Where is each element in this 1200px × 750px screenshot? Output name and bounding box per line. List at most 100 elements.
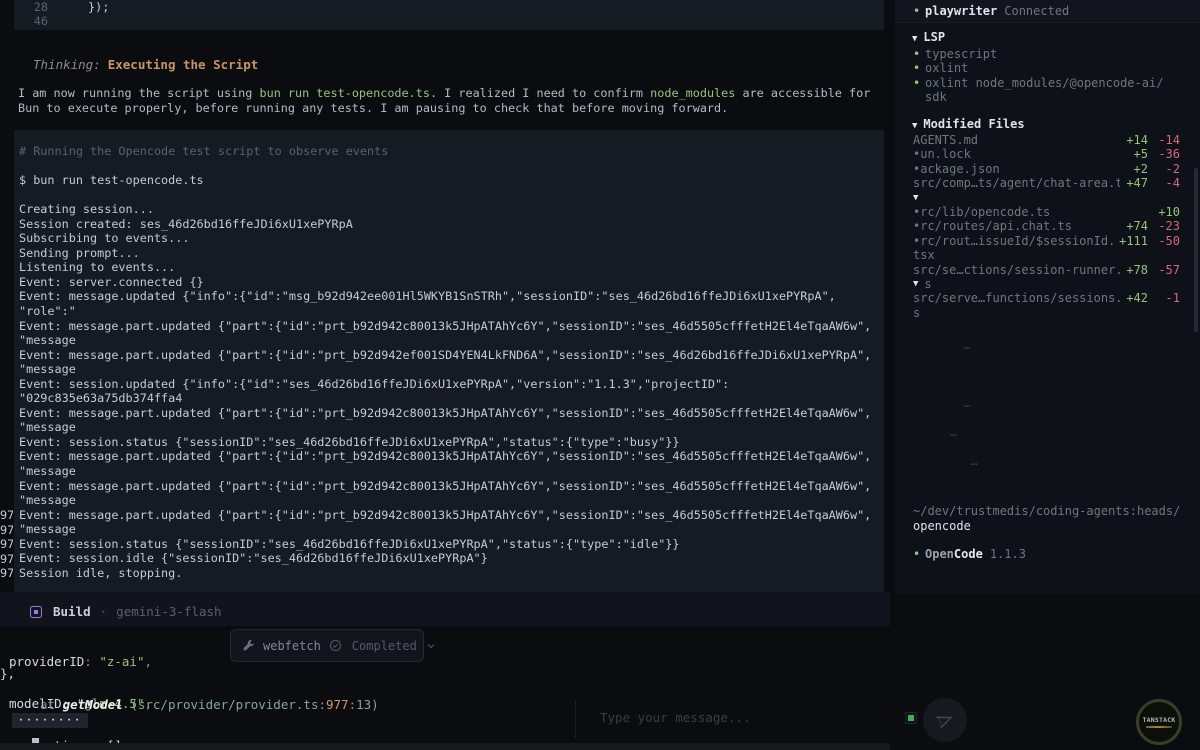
tanstack-logo: TANSTACK	[1142, 716, 1176, 724]
app-version-row: • OpenCode 1.1.3	[913, 547, 1026, 561]
file-name: src/serve…functions/sessions.t	[913, 291, 1121, 306]
code-editor-snippet: 28}); 46	[14, 0, 884, 30]
lsp-item: • typescript	[913, 47, 1167, 61]
collapse-triangle-icon[interactable]: ▼	[912, 34, 917, 44]
modified-file-row[interactable]: s	[913, 306, 1180, 320]
sidebar-ellipsis-2: …	[950, 426, 957, 439]
thinking-heading: Thinking: Executing the Script	[33, 57, 258, 72]
terminal-line: Session created: ses_46d26bd16ffeJDi6xU1…	[19, 216, 353, 231]
modified-files-header[interactable]: ▼ Modified Files	[912, 117, 1025, 131]
text-segment: I am now running the script using	[18, 86, 260, 100]
terminal-line: Listening to events...	[19, 260, 176, 275]
thinking-label: Thinking:	[33, 57, 101, 72]
session-sidebar: • playwriter Connected ▼ LSP • typescript • ox…	[895, 0, 1200, 594]
collapse-triangle-icon[interactable]: ▼	[913, 277, 918, 291]
connection-status-indicator	[905, 712, 917, 724]
terminal-line: Sending prompt...	[19, 245, 140, 260]
terminal-line: Event: session.idle {"sessionID":"ses_46…	[19, 551, 488, 566]
diff-added: +47	[1126, 176, 1148, 191]
diff-removed: -50	[1158, 233, 1180, 248]
sidebar-ellipsis-1: …	[964, 397, 971, 410]
model-name: gemini-3-flash	[116, 604, 222, 619]
modified-file-row[interactable]: •rc/rout…issueId/$sessionId. +111 -50	[913, 234, 1180, 248]
file-name: s	[913, 305, 921, 320]
text-segment: getModel	[62, 697, 123, 712]
sidebar-ellipsis-0: …	[964, 339, 971, 352]
sidebar-ellipsis-3: …	[971, 455, 978, 468]
bullet-icon: •	[913, 61, 921, 76]
diff-added: +111	[1119, 233, 1148, 248]
webfetch-tool-pill[interactable]: webfetch Completed	[230, 629, 435, 662]
mcp-name: playwriter	[925, 4, 998, 18]
text-segment: ,	[144, 654, 153, 669]
modified-file-row[interactable]: •rc/lib/opencode.ts +10	[913, 205, 1180, 219]
sidebar-scrollbar[interactable]	[1194, 168, 1198, 332]
collapse-triangle-icon[interactable]: ▼	[912, 121, 917, 131]
workdir-branch: opencode	[913, 519, 971, 533]
diff-added: +2	[1133, 161, 1148, 176]
file-name: •ackage.json	[913, 161, 1000, 176]
modified-file-row[interactable]: •rc/routes/api.chat.ts +74 -23	[913, 219, 1180, 233]
assistant-message: I am now running the script using bun ru…	[18, 86, 886, 116]
text-segment: :	[318, 697, 326, 712]
text-segment: 977	[326, 697, 349, 712]
gutter-line-number: 97	[0, 522, 13, 537]
terminal-line: Event: session.status {"sessionID":"ses_…	[19, 536, 680, 551]
modified-file-row[interactable]: ▼	[913, 191, 1180, 205]
modified-file-row[interactable]: src/serve…functions/sessions.t +42 -1	[913, 291, 1180, 305]
lsp-section-header[interactable]: ▼ LSP	[912, 30, 945, 44]
bullet-icon: •	[913, 47, 921, 61]
gutter-line-number: 97	[0, 508, 13, 522]
app-name: Open	[925, 547, 954, 561]
text-segment: :	[348, 697, 357, 712]
bullet-icon: •	[913, 75, 921, 90]
modified-file-row[interactable]: src/comp…ts/agent/chat-area.ts +47 -4	[913, 176, 1180, 190]
diff-added: +14	[1126, 133, 1148, 147]
diff-removed: -57	[1158, 262, 1180, 277]
send-icon	[935, 716, 953, 730]
file-name: •rc/routes/api.chat.ts	[913, 219, 1072, 234]
terminal-line: "029c835e63a75db374ffa4	[19, 391, 183, 406]
mcp-server-row: • playwriter Connected	[913, 4, 1069, 18]
modified-file-row[interactable]: •un.lock +5 -36	[913, 147, 1180, 161]
line-number: 46	[33, 13, 48, 28]
modified-file-row[interactable]: tsx	[913, 248, 1180, 262]
modified-file-row[interactable]: •ackage.json +2 -2	[913, 162, 1180, 176]
working-directory: ~/dev/trustmedis/coding-agents:heads/ op…	[913, 504, 1180, 534]
agent-selector[interactable]: Build · gemini-3-flash	[30, 604, 222, 619]
terminal-line: Event: message.updated {"info":{"id":"ms…	[19, 289, 836, 304]
file-name: tsx	[913, 248, 935, 263]
terminal-line: "message	[19, 493, 76, 508]
modified-file-row[interactable]: AGENTS.md +14 -14	[913, 133, 1180, 147]
diff-removed: -14	[1158, 133, 1180, 147]
bullet-icon: •	[913, 4, 921, 18]
chevron-down-icon[interactable]	[425, 640, 437, 652]
send-button[interactable]	[923, 698, 967, 742]
terminal-line: Event: message.part.updated {"part":{"id…	[19, 318, 872, 333]
text-segment: "z-ai"	[99, 654, 145, 669]
diff-added: +78	[1126, 262, 1148, 277]
message-input[interactable]: Type your message...	[600, 710, 751, 725]
collapse-triangle-icon[interactable]: ▼	[913, 191, 918, 205]
file-name: •rc/rout…issueId/$sessionId.	[913, 233, 1114, 248]
text-segment: node_modules	[650, 86, 736, 100]
modified-file-row[interactable]: src/se…ctions/session-runner. +78 -57	[913, 263, 1180, 277]
lsp-item: • oxlint node_modules/@opencode-ai/sdk	[913, 76, 1167, 105]
tanstack-stripe	[1146, 726, 1172, 728]
terminal-line: $ bun run test-opencode.ts	[19, 173, 204, 188]
file-name: s	[924, 276, 932, 291]
diff-added: +74	[1126, 219, 1148, 234]
file-name: AGENTS.md	[913, 133, 979, 147]
modified-file-row[interactable]: ▼ s	[913, 277, 1180, 291]
terminal-line: Creating session...	[19, 202, 154, 217]
thinking-title: Executing the Script	[107, 57, 259, 72]
text-segment: at	[40, 697, 63, 712]
lsp-items: • typescript • oxlint • oxlint node_modules/@…	[913, 47, 1167, 105]
code-frame-line: providerID: "z-ai",	[9, 655, 152, 669]
terminal-line: "message	[19, 362, 76, 377]
diff-removed: -23	[1158, 219, 1180, 234]
tanstack-devtools-button[interactable]: TANSTACK	[1136, 699, 1182, 745]
text-segment: 13)	[356, 697, 379, 712]
terminal-line: Event: server.connected {}	[19, 274, 204, 289]
file-name: •rc/lib/opencode.ts	[913, 204, 1051, 219]
